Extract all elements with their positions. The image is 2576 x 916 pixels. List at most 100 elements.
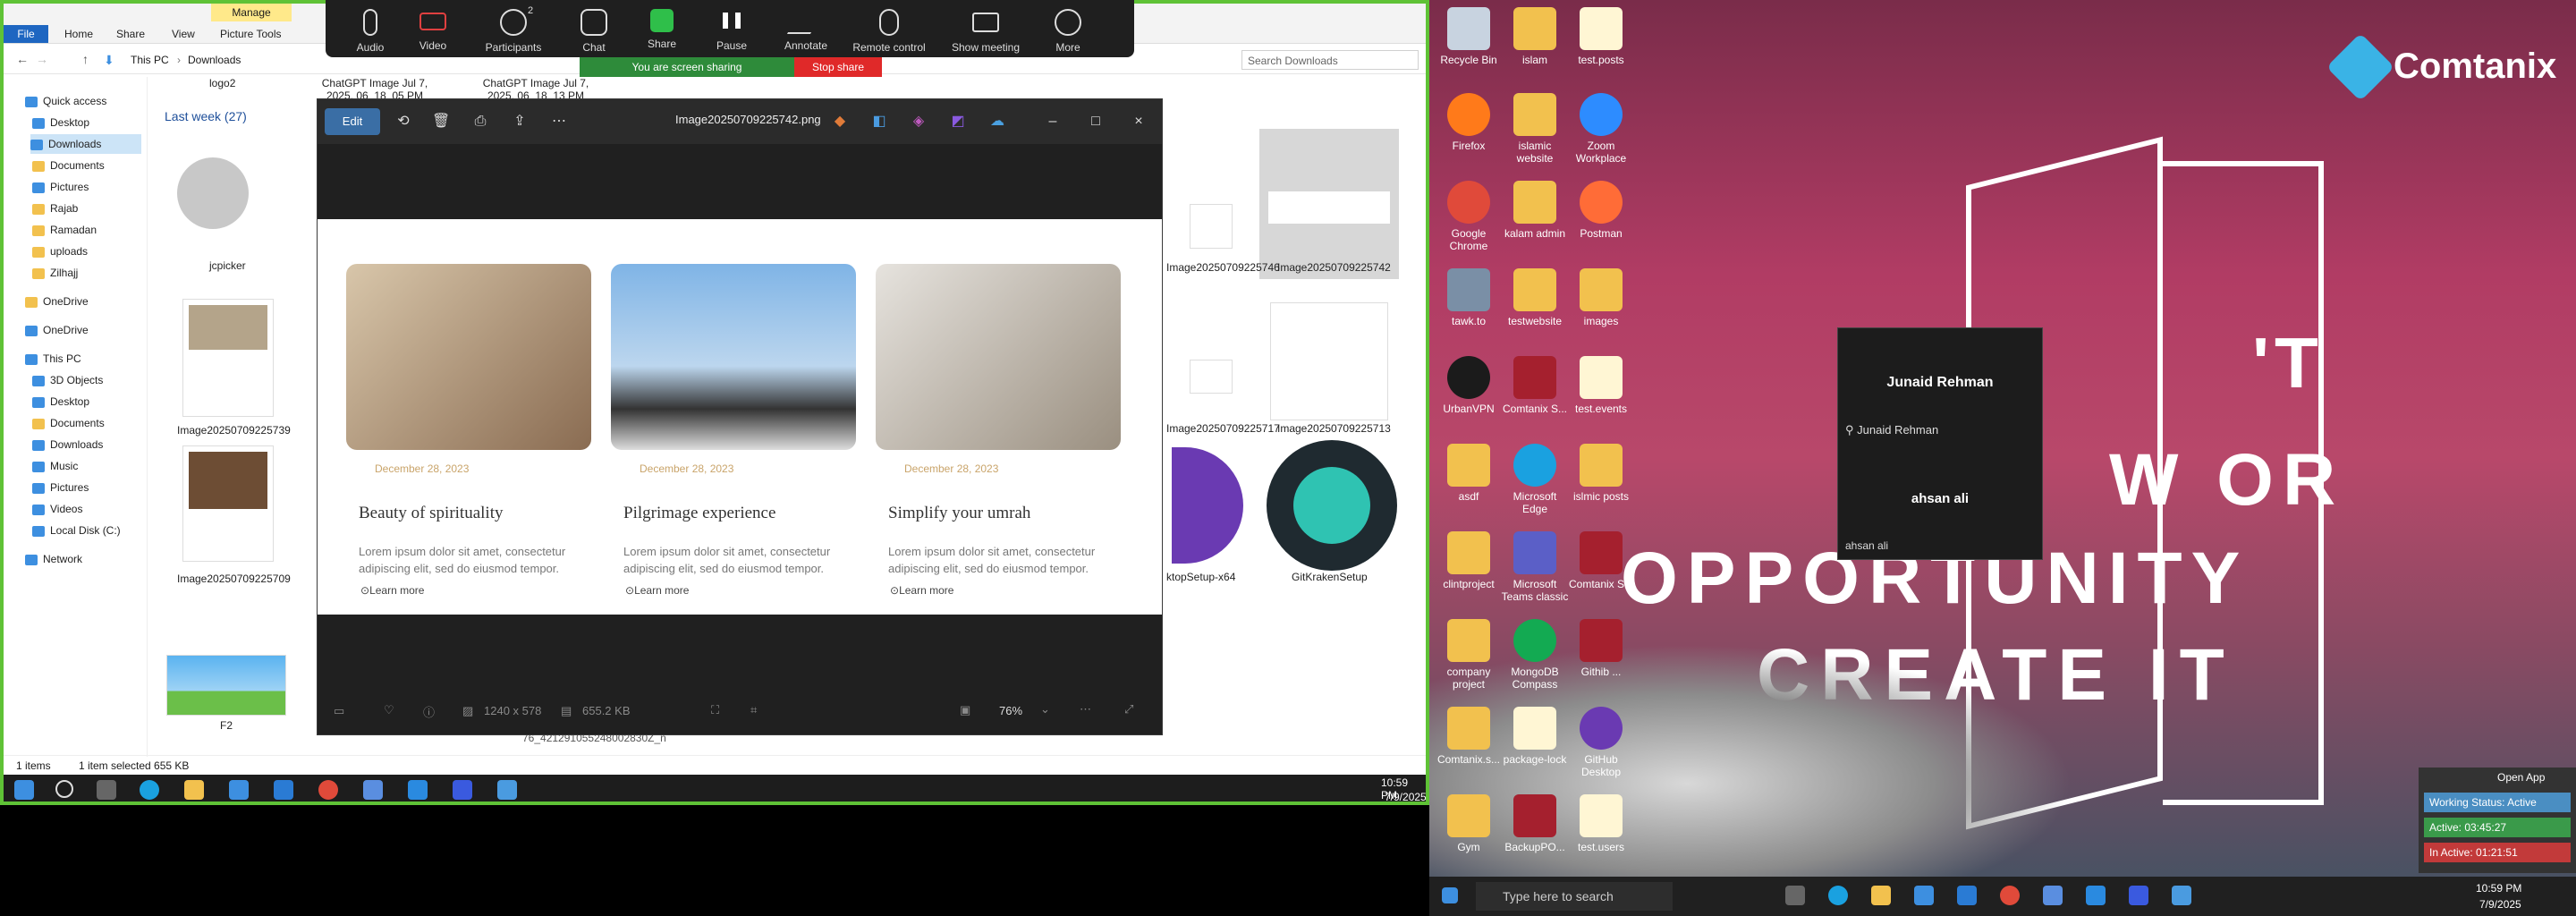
file-label-image20250709225717[interactable]: Image20250709225717 — [1166, 422, 1280, 435]
chrome-icon[interactable] — [2000, 886, 2020, 905]
clock-date[interactable]: 7/9/2025 — [1385, 791, 1426, 802]
search-input[interactable]: Search Downloads — [1241, 50, 1419, 70]
edge-icon[interactable] — [140, 780, 159, 800]
file-explorer-icon[interactable] — [184, 780, 204, 800]
video-button[interactable]: Video — [406, 0, 460, 57]
desktop-icon-github-desktop[interactable]: GitHub Desktop — [1565, 707, 1637, 778]
desktop-icon-firefox[interactable]: Firefox — [1433, 93, 1504, 152]
fit-icon[interactable]: ▣ — [960, 703, 970, 717]
nav-documents[interactable]: Documents — [32, 156, 105, 175]
nav-pc-pictures[interactable]: Pictures — [32, 478, 89, 497]
nav-videos[interactable]: Videos — [32, 499, 82, 519]
nav-pc-documents[interactable]: Documents — [32, 413, 105, 433]
desktop-icon-package-lock[interactable]: package-lock — [1499, 707, 1571, 766]
desktop-icon-kalam-admin[interactable]: kalam admin — [1499, 181, 1571, 240]
desktop-icon-postman[interactable]: Postman — [1565, 181, 1637, 240]
audio-button[interactable]: Audio — [343, 0, 397, 57]
file-label-image20250709225739[interactable]: Image20250709225739 — [177, 424, 291, 437]
nav-rajab[interactable]: Rajab — [32, 199, 78, 218]
edit-button[interactable]: Edit — [325, 108, 380, 135]
nav-pictures[interactable]: Pictures — [32, 177, 89, 197]
copilot-icon[interactable]: ◆ — [831, 113, 849, 131]
desktop-icon-teams[interactable]: Microsoft Teams classic — [1499, 531, 1571, 603]
desktop-icon-comtanix-1[interactable]: Comtanix S... — [1499, 356, 1571, 415]
file-label-image20250709225746[interactable]: Image20250709225746 — [1166, 261, 1280, 274]
more-options-icon[interactable]: ⋯ — [550, 113, 568, 131]
close-icon[interactable]: × — [1130, 113, 1148, 131]
nav-3d-objects[interactable]: 3D Objects — [32, 370, 103, 390]
tab-share[interactable]: Share — [116, 25, 145, 43]
file-explorer-icon[interactable] — [1871, 886, 1891, 905]
more-button[interactable]: More — [1041, 0, 1095, 57]
app-icon[interactable] — [2043, 886, 2063, 905]
app-icon[interactable] — [363, 780, 383, 800]
taskbar-search-input[interactable]: Type here to search — [1476, 882, 1673, 911]
clock-date-right[interactable]: 7/9/2025 — [2479, 898, 2521, 911]
task-view-icon[interactable] — [1785, 886, 1805, 905]
file-label-desktopsetup[interactable]: ktopSetup-x64 — [1166, 571, 1235, 583]
nav-uploads[interactable]: uploads — [32, 242, 88, 261]
file-thumb-f2[interactable] — [166, 655, 286, 716]
tab-picture-tools[interactable]: Picture Tools — [220, 25, 281, 43]
nav-network[interactable]: Network — [25, 549, 82, 569]
clipchamp-icon[interactable]: ◩ — [949, 113, 967, 131]
desktop-icon-edge[interactable]: Microsoft Edge — [1499, 444, 1571, 515]
desktop-icon-test-events[interactable]: test.events — [1565, 356, 1637, 415]
zoom-icon[interactable] — [2129, 886, 2148, 905]
task-view-icon[interactable] — [97, 780, 116, 800]
desktop-icon-urbanvpn[interactable]: UrbanVPN — [1433, 356, 1504, 415]
group-header[interactable]: Last week (27) — [165, 109, 247, 123]
nav-music[interactable]: Music — [32, 456, 78, 476]
desktop-icon-githib[interactable]: Githib ... — [1565, 619, 1637, 678]
back-arrow-icon[interactable]: ← — [16, 52, 29, 66]
rotate-icon[interactable]: ⟲ — [394, 113, 412, 131]
nav-quick-access[interactable]: Quick access — [25, 91, 106, 111]
open-app-link[interactable]: Open App — [2497, 771, 2545, 784]
desktop-icon-recycle-bin[interactable]: Recycle Bin — [1433, 7, 1504, 66]
file-label-image20250709225713[interactable]: Image20250709225713 — [1277, 422, 1391, 435]
annotate-button[interactable]: Annotate — [775, 0, 837, 57]
file-thumb-image20250709225746[interactable] — [1190, 204, 1233, 249]
file-label-gitkrakensetup[interactable]: GitKrakenSetup — [1292, 571, 1368, 583]
zoom-icon[interactable] — [453, 780, 472, 800]
maximize-icon[interactable]: □ — [1087, 113, 1105, 131]
desktop-icon-test-users[interactable]: test.users — [1565, 794, 1637, 853]
fullscreen-icon[interactable]: ⤢ — [1124, 702, 1133, 717]
minimize-icon[interactable]: – — [1044, 113, 1062, 131]
photos-icon[interactable] — [497, 780, 517, 800]
github-desktop-icon[interactable] — [1172, 447, 1243, 564]
onedrive-icon[interactable]: ☁ — [988, 113, 1006, 131]
file-label-jcpicker[interactable]: jcpicker — [209, 259, 246, 272]
desktop-icon-chrome[interactable]: Google Chrome — [1433, 181, 1504, 252]
store-icon[interactable] — [1914, 886, 1934, 905]
stop-share-button[interactable]: Stop share — [794, 57, 882, 77]
favorite-icon[interactable]: ♡ — [384, 703, 394, 717]
desktop-icon-islamic-website[interactable]: islamic website — [1499, 93, 1571, 165]
clock-time-right[interactable]: 10:59 PM — [2476, 882, 2521, 895]
desktop-icon-backuppo[interactable]: BackupPO... — [1499, 794, 1571, 853]
print-icon[interactable]: ⎙ — [471, 113, 489, 131]
mail-icon[interactable] — [274, 780, 293, 800]
file-label-image20250709225709[interactable]: Image20250709225709 — [177, 572, 291, 585]
crop-icon[interactable]: ⛶ — [711, 703, 719, 717]
desktop-icon-company-project[interactable]: company project — [1433, 619, 1504, 691]
desktop-icon-mongodb[interactable]: MongoDB Compass — [1499, 619, 1571, 691]
mail-icon[interactable] — [1957, 886, 1977, 905]
desktop-icon-asdf[interactable]: asdf — [1433, 444, 1504, 503]
vscode-icon[interactable] — [2086, 886, 2106, 905]
show-meeting-button[interactable]: Show meeting — [943, 0, 1029, 57]
file-thumb-image20250709225713[interactable] — [1270, 302, 1388, 420]
nav-ramadan[interactable]: Ramadan — [32, 220, 97, 240]
desktop-icon-comtanix-2[interactable]: Comtanix S... — [1565, 531, 1637, 590]
file-thumb-image20250709225717[interactable] — [1190, 360, 1233, 394]
chevron-down-icon[interactable]: ⌄ — [1040, 702, 1050, 717]
info-icon[interactable]: ⓘ — [423, 703, 435, 720]
tab-file[interactable]: File — [4, 25, 48, 43]
file-thumb-jcpicker[interactable] — [165, 140, 272, 256]
windows-start-icon[interactable] — [14, 780, 34, 800]
vscode-icon[interactable] — [408, 780, 428, 800]
scan-icon[interactable]: ⌗ — [750, 703, 757, 717]
breadcrumb-this-pc[interactable]: This PC — [131, 54, 169, 66]
nav-desktop[interactable]: Desktop — [32, 113, 89, 132]
zoom-level[interactable]: 76% — [999, 704, 1022, 717]
